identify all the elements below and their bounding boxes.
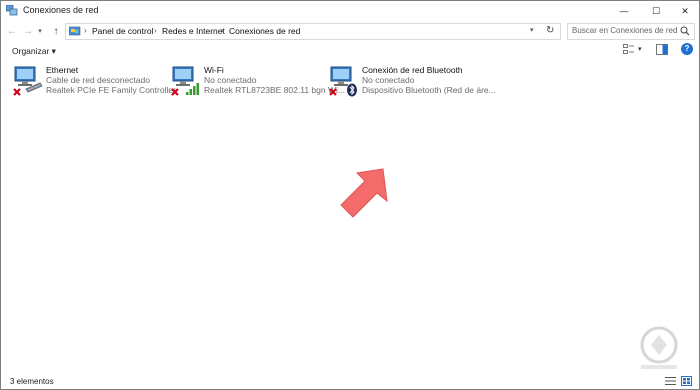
search-icon [680,26,690,36]
red-x-icon [13,88,21,96]
bluetooth-icon [347,83,357,97]
maximize-button[interactable]: ☐ [641,1,671,21]
view-options-dropdown[interactable]: ▾ [638,45,642,53]
change-view-icon[interactable] [623,44,635,55]
address-bar[interactable]: › Panel de control › Redes e Internet › … [65,23,561,40]
breadcrumb-separator: › [154,26,157,35]
connection-name: Wi-Fi [204,65,224,75]
bluetooth-adapter-icon [329,66,357,97]
connection-device: Dispositivo Bluetooth (Red de áre... [362,85,496,95]
search-placeholder: Buscar en Conexiones de red [572,26,678,35]
connection-name: Ethernet [46,65,79,75]
connection-status: No conectado [204,75,257,85]
breadcrumb-separator: › [221,26,224,35]
connection-item-bluetooth[interactable]: Conexión de red Bluetooth No conectado D… [328,65,496,101]
connection-item-ethernet[interactable]: Ethernet Cable de red desconectado Realt… [12,65,176,101]
breadcrumb-control-panel[interactable]: Panel de control [92,26,153,36]
connection-name: Conexión de red Bluetooth [362,65,463,75]
control-panel-icon [69,26,81,36]
recent-locations-button[interactable]: ▾ [35,24,45,38]
preview-pane-icon[interactable] [656,44,668,55]
refresh-button[interactable]: ↻ [546,25,554,36]
close-button[interactable]: ✕ [670,1,700,21]
up-button[interactable]: ↑ [49,24,63,38]
connection-device: Realtek RTL8723BE 802.11 bgn Wi... [204,85,345,95]
wifi-adapter-icon [171,66,199,96]
organize-menu-button[interactable]: Organizar ▾ [12,46,56,57]
large-icons-view-icon[interactable] [681,376,692,386]
title-bar: Conexiones de red — ☐ ✕ [1,1,699,21]
command-bar: Organizar ▾ ▾ ? [1,41,699,59]
search-input[interactable]: Buscar en Conexiones de red [567,23,695,40]
minimize-button[interactable]: — [609,1,639,21]
network-connections-icon [6,5,18,16]
help-button[interactable]: ? [681,43,693,55]
connection-device: Realtek PCIe FE Family Controller [46,85,176,95]
connections-list: Ethernet Cable de red desconectado Realt… [1,59,699,374]
item-count: 3 elementos [10,377,54,386]
breadcrumb-separator: › [84,26,87,35]
watermark-logo [640,326,678,369]
address-dropdown-button[interactable]: ▾ [530,26,534,34]
ethernet-adapter-icon [13,66,43,96]
back-button[interactable]: ← [5,24,19,38]
connection-status: Cable de red desconectado [46,75,150,85]
network-connections-window: Conexiones de red — ☐ ✕ ← → ▾ ↑ › Panel … [0,0,700,390]
connection-item-wifi[interactable]: Wi-Fi No conectado Realtek RTL8723BE 802… [170,65,345,101]
status-bar: 3 elementos [1,374,699,389]
connection-status: No conectado [362,75,415,85]
window-title: Conexiones de red [23,5,99,15]
address-row: ← → ▾ ↑ › Panel de control › Redes e Int… [1,21,699,41]
breadcrumb-network-internet[interactable]: Redes e Internet [162,26,225,36]
details-view-icon[interactable] [665,376,676,386]
breadcrumb-network-connections[interactable]: Conexiones de red [229,26,300,36]
annotation-arrow-icon [340,168,388,218]
forward-button[interactable]: → [21,24,35,38]
